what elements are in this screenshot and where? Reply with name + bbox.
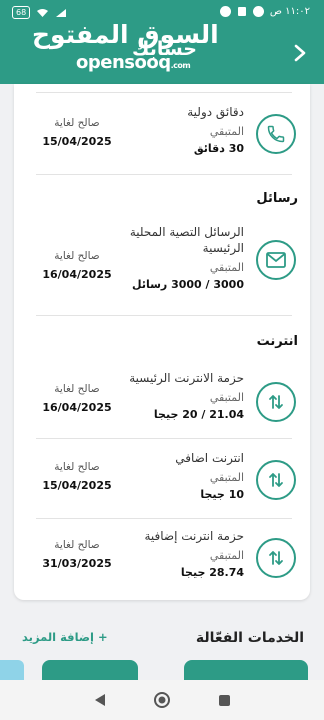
data-transfer-icon xyxy=(256,538,296,578)
add-more-link[interactable]: + إضافة المزيد xyxy=(22,630,108,644)
service-tile[interactable] xyxy=(184,660,308,680)
data-transfer-icon xyxy=(256,460,296,500)
validity: صالح لغاية 15/04/2025 xyxy=(34,116,120,149)
valid-until-date: 15/04/2025 xyxy=(42,479,112,492)
valid-until-label: صالح لغاية xyxy=(54,383,100,395)
list-item-local-sms[interactable]: الرسائل التصية المحلية الرئيسية المتبقي … xyxy=(14,224,310,316)
data-transfer-icon xyxy=(256,382,296,422)
list-item-extra-internet[interactable]: انترنت اضافي المتبقي 10 جيجا صالح لغاية … xyxy=(14,450,310,518)
phone-icon xyxy=(256,114,296,154)
valid-until-label: صالح لغاية xyxy=(54,461,100,473)
divider xyxy=(36,315,292,316)
battery-icon: 68 xyxy=(12,6,31,19)
valid-until-label: صالح لغاية xyxy=(54,117,100,129)
section-title-internet: انترنت xyxy=(256,334,298,349)
validity: صالح لغاية 16/04/2025 xyxy=(34,382,120,415)
system-nav-bar xyxy=(0,680,324,720)
chat-notification-icon xyxy=(219,6,231,17)
list-item-main-internet[interactable]: حزمة الانترنت الرئيسية المتبقي 21.04 / 2… xyxy=(14,370,310,438)
active-services-title: الخدمات الفعّالة xyxy=(195,630,304,646)
section-title-messages: رسائل xyxy=(256,191,298,206)
page-title: حسابك xyxy=(132,38,197,60)
service-tile[interactable] xyxy=(42,660,138,680)
notification-icon xyxy=(252,6,264,17)
back-chevron-icon[interactable] xyxy=(290,42,310,64)
validity: صالح لغاية 15/04/2025 xyxy=(34,460,120,493)
list-item-international-minutes[interactable]: دقائق دولية المتبقي 30 دقائق صالح لغاية … xyxy=(14,100,310,174)
wifi-icon xyxy=(37,8,49,17)
nav-recents-icon[interactable] xyxy=(218,694,231,707)
valid-until-label: صالح لغاية xyxy=(54,250,100,262)
divider xyxy=(36,92,292,93)
item-title: الرسائل التصية المحلية xyxy=(129,225,244,239)
app-header: 68 ١١:٠٢ ص السوق المفتوح opensooq.com حس… xyxy=(0,0,324,84)
signal-icon xyxy=(56,8,67,17)
status-icons-right: ١١:٠٢ ص xyxy=(219,6,310,17)
divider xyxy=(36,518,292,519)
valid-until-date: 31/03/2025 xyxy=(42,557,112,570)
valid-until-date: 15/04/2025 xyxy=(42,135,112,148)
valid-until-label: صالح لغاية xyxy=(54,539,100,551)
notification-app-icon xyxy=(237,7,246,16)
valid-until-date: 16/04/2025 xyxy=(42,401,112,414)
divider xyxy=(36,174,292,175)
validity: صالح لغاية 16/04/2025 xyxy=(34,249,120,282)
service-tile[interactable] xyxy=(0,660,24,680)
status-time: ١١:٠٢ ص xyxy=(269,6,310,17)
nav-home-icon[interactable] xyxy=(153,691,171,709)
status-icons-left: 68 xyxy=(12,6,67,19)
validity: صالح لغاية 31/03/2025 xyxy=(34,538,120,571)
bundles-card: دقائق دولية المتبقي 30 دقائق صالح لغاية … xyxy=(14,84,310,600)
mail-icon xyxy=(256,240,296,280)
list-item-additional-internet[interactable]: حزمة انترنت إضافية المتبقي 28.74 جيجا صا… xyxy=(14,528,310,596)
nav-back-icon[interactable] xyxy=(93,693,107,707)
divider xyxy=(36,438,292,439)
valid-until-date: 16/04/2025 xyxy=(42,268,112,281)
